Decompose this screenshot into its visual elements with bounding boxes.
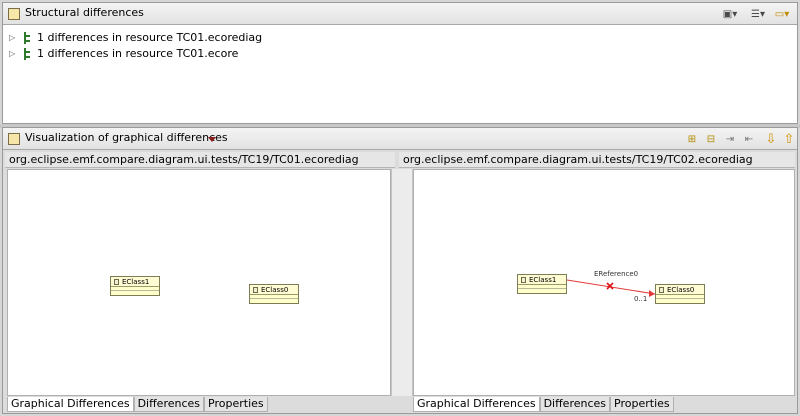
eclass-icon — [114, 278, 119, 285]
right-gutter — [399, 169, 413, 396]
tab-properties[interactable]: Properties — [610, 397, 674, 412]
tree-item[interactable]: ▷ 1 differences in resource TC01.ecore — [9, 45, 238, 62]
visualization-pane: Visualization of graphical differences ⊞… — [2, 127, 798, 414]
compare-view-icon — [8, 8, 20, 20]
copy-right-icon[interactable]: ⇤ — [738, 131, 760, 147]
expand-arrow-icon[interactable]: ▷ — [9, 49, 19, 58]
tab-differences[interactable]: Differences — [133, 397, 205, 412]
eclass-node[interactable]: EClass0 — [249, 284, 299, 304]
export-menu-icon[interactable]: ▣▾ — [719, 6, 741, 22]
left-diagram-canvas[interactable]: EClass1 EClass0 — [7, 169, 391, 396]
right-diagram-canvas[interactable]: EReference0 0..1 EClass1 EClass0 — [413, 169, 795, 396]
deleted-marker-icon — [606, 282, 614, 290]
tree-item[interactable]: ▷ 1 differences in resource TC01.ecoredi… — [9, 29, 262, 46]
visualization-title: Visualization of graphical differences — [25, 131, 228, 144]
eclass-name: EClass1 — [122, 277, 150, 286]
eclass-icon — [521, 276, 526, 283]
eclass-name: EClass1 — [529, 275, 557, 284]
previous-difference-icon[interactable]: ⇧ — [778, 131, 800, 147]
tab-graphical-differences[interactable]: Graphical Differences — [413, 397, 540, 412]
structural-differences-pane: Structural differences ▣▾ ☰▾ ▭▾ ▷ 1 diff… — [2, 2, 798, 124]
diff-resource-icon — [21, 31, 33, 44]
tree-item-label: 1 differences in resource TC01.ecore — [37, 47, 239, 60]
eclass-icon — [659, 286, 664, 293]
reference-edge[interactable] — [414, 170, 794, 395]
eclass-name: EClass0 — [667, 285, 695, 294]
tab-differences[interactable]: Differences — [539, 397, 611, 412]
tab-properties[interactable]: Properties — [204, 397, 268, 412]
filter-menu-icon[interactable]: ☰▾ — [747, 6, 769, 22]
left-resource-path: org.eclipse.emf.compare.diagram.ui.tests… — [5, 152, 395, 168]
right-tab-folder: Graphical Differences Differences Proper… — [413, 396, 674, 412]
eclass-node[interactable]: EClass0 — [655, 284, 705, 304]
structural-differences-header: Structural differences ▣▾ ☰▾ ▭▾ — [3, 3, 797, 25]
eclass-node[interactable]: EClass1 — [517, 274, 567, 294]
tree-item-label: 1 differences in resource TC01.ecorediag — [37, 31, 263, 44]
tab-graphical-differences[interactable]: Graphical Differences — [7, 397, 134, 412]
visualization-header: Visualization of graphical differences ⊞… — [3, 128, 797, 150]
eclass-icon — [253, 286, 258, 293]
view-menu-dropdown-icon[interactable] — [208, 137, 216, 142]
multiplicity-label: 0..1 — [634, 295, 648, 303]
structural-differences-title: Structural differences — [25, 6, 144, 19]
eclass-node[interactable]: EClass1 — [110, 276, 160, 296]
left-tab-folder: Graphical Differences Differences Proper… — [7, 396, 268, 412]
reference-label: EReference0 — [594, 270, 639, 278]
expand-arrow-icon[interactable]: ▷ — [9, 33, 19, 42]
eclass-name: EClass0 — [261, 285, 289, 294]
open-folder-icon[interactable]: ▭▾ — [771, 6, 793, 22]
compare-view-icon — [8, 133, 20, 145]
diff-resource-icon — [21, 47, 33, 60]
right-resource-path: org.eclipse.emf.compare.diagram.ui.tests… — [399, 152, 795, 168]
